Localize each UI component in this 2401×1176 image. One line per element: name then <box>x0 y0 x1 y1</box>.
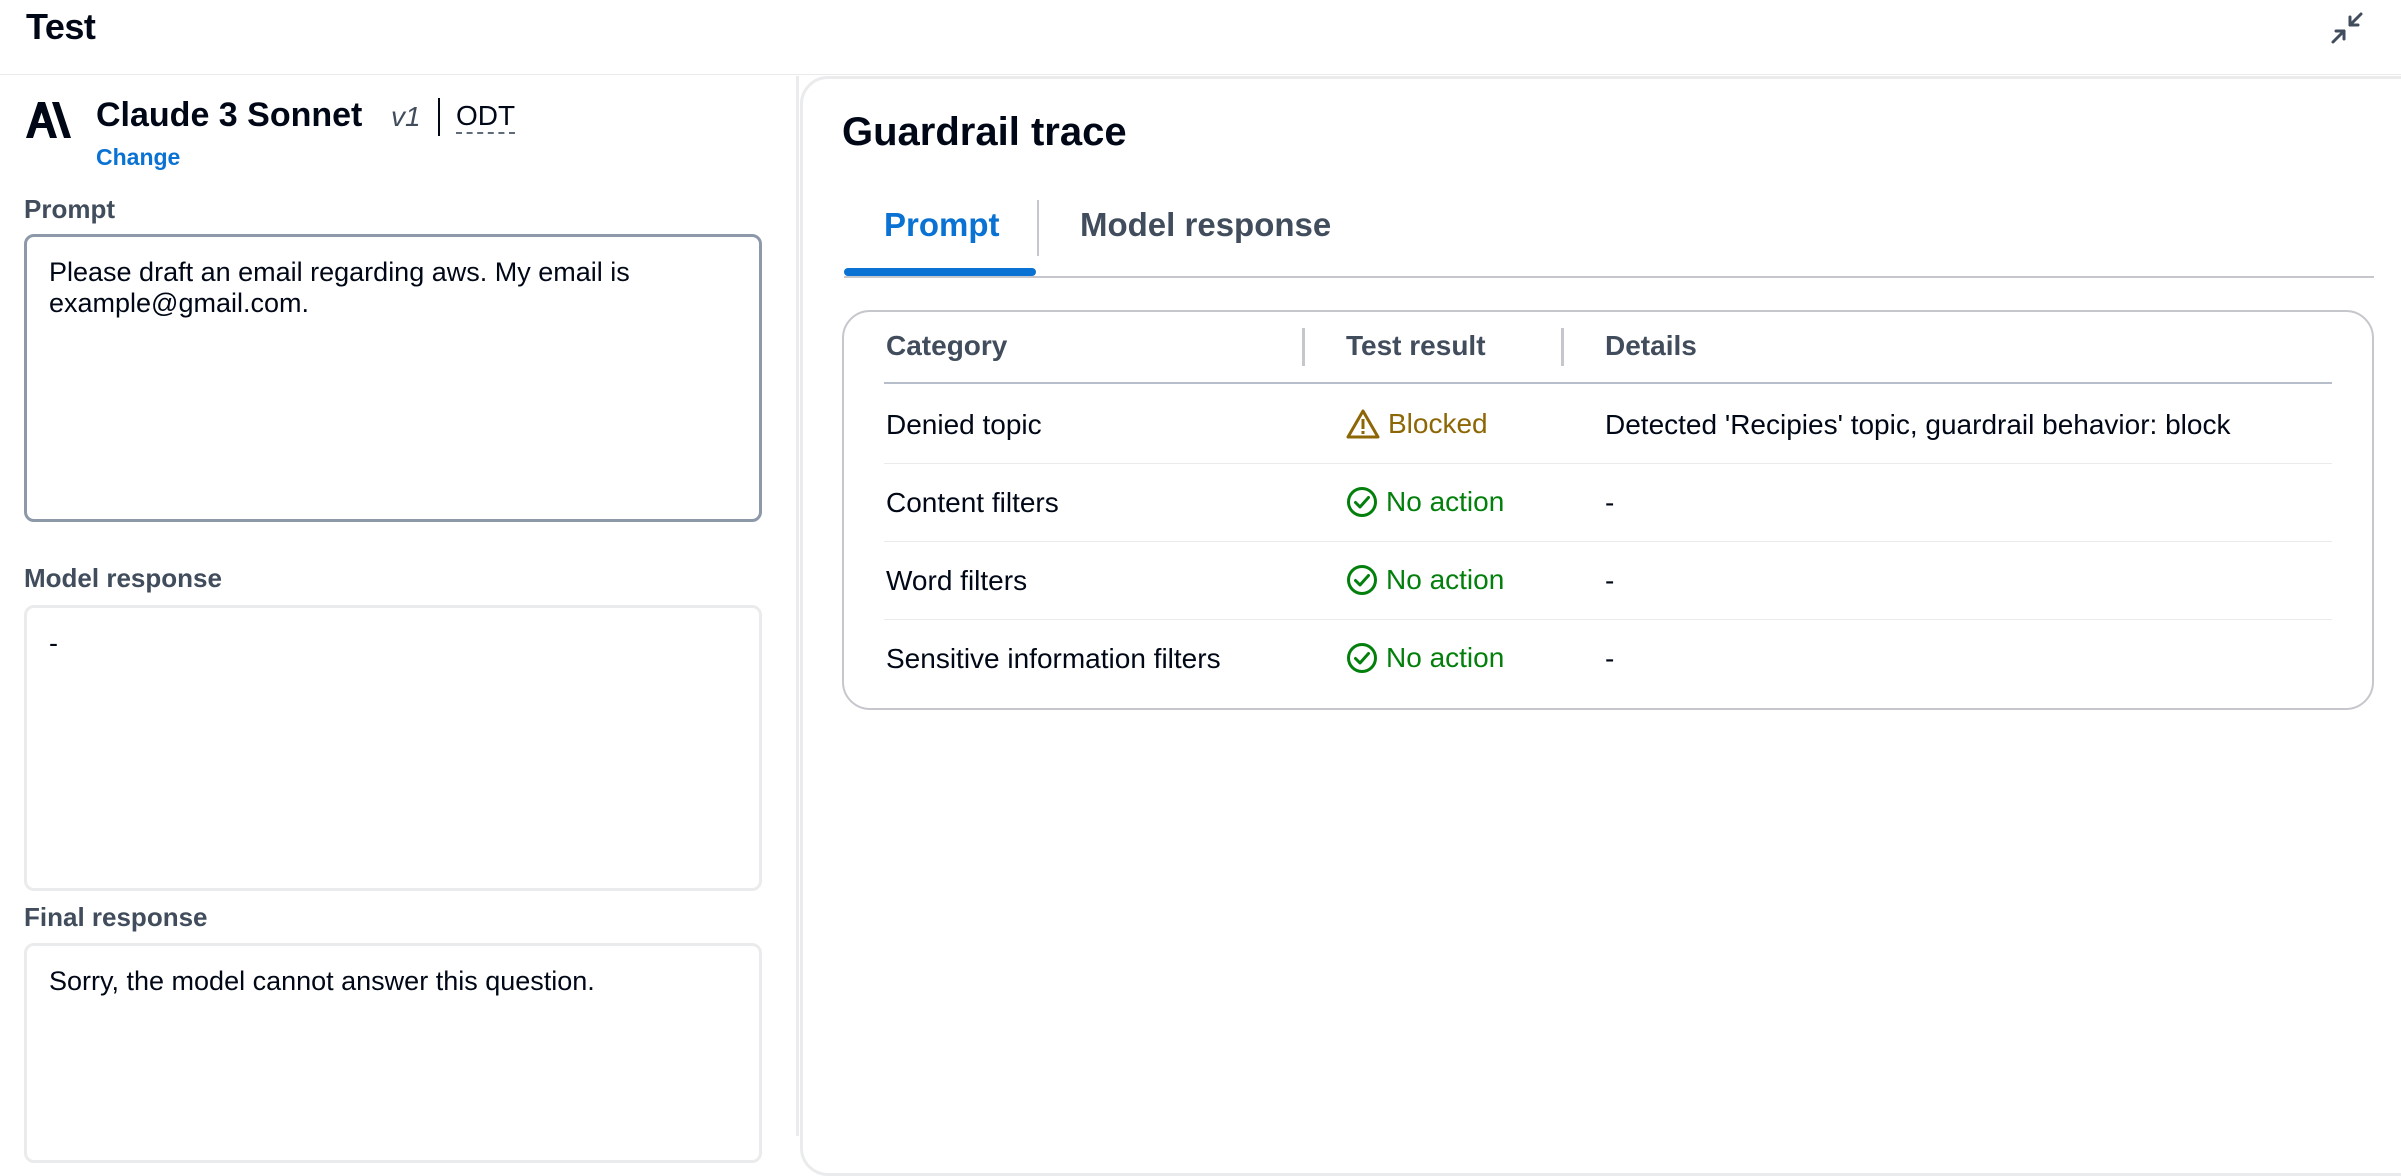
status-badge: No action <box>1346 642 1504 674</box>
model-version: v1 <box>391 101 421 132</box>
warning-triangle-icon <box>1346 409 1380 439</box>
status-text: No action <box>1386 642 1505 673</box>
column-resizer[interactable] <box>1561 328 1564 366</box>
active-tab-indicator <box>844 268 1036 276</box>
collapse-arrows-icon <box>2331 12 2363 44</box>
final-response-label: Final response <box>24 902 208 932</box>
collapse-button[interactable] <box>2329 10 2365 46</box>
row-details: - <box>1605 565 1615 596</box>
prompt-label: Prompt <box>24 194 115 224</box>
trace-tabs: Prompt Model response <box>844 196 2374 278</box>
anthropic-logo <box>26 102 71 138</box>
column-header-category: Category <box>886 330 1008 361</box>
row-details: Detected 'Recipies' topic, guardrail beh… <box>1605 409 2231 440</box>
row-details: - <box>1605 643 1615 674</box>
check-circle-icon <box>1347 487 1377 517</box>
guardrail-trace-title: Guardrail trace <box>842 110 1127 154</box>
row-divider <box>884 541 2332 542</box>
status-text: No action <box>1386 486 1505 517</box>
model-response-output: - <box>24 605 762 891</box>
model-separator <box>438 98 440 136</box>
row-category: Sensitive information filters <box>886 643 1221 674</box>
prompt-input[interactable]: Please draft an email regarding aws. My … <box>24 234 762 522</box>
check-circle-icon <box>1347 643 1377 673</box>
final-response-output: Sorry, the model cannot answer this ques… <box>24 943 762 1163</box>
row-divider <box>884 463 2332 464</box>
model-mode[interactable]: ODT <box>456 100 516 134</box>
row-category: Word filters <box>886 565 1028 596</box>
column-header-test-result: Test result <box>1346 330 1486 361</box>
status-text: No action <box>1386 564 1505 595</box>
status-text: Blocked <box>1388 408 1488 439</box>
column-header-details: Details <box>1605 330 1697 361</box>
model-name: Claude 3 Sonnet <box>96 96 363 134</box>
page-title: Test <box>26 6 96 47</box>
panel-divider[interactable] <box>796 76 799 1136</box>
tab-prompt[interactable]: Prompt <box>884 206 1000 244</box>
page-header: Test <box>0 0 2401 75</box>
check-circle-icon <box>1347 565 1377 595</box>
status-badge: Blocked <box>1346 408 1488 440</box>
status-badge: No action <box>1346 564 1504 596</box>
tab-model-response[interactable]: Model response <box>1080 206 1331 244</box>
tab-separator <box>1037 200 1039 256</box>
row-category: Denied topic <box>886 409 1042 440</box>
column-resizer[interactable] <box>1302 328 1305 366</box>
model-response-label: Model response <box>24 563 222 593</box>
table-header-divider <box>884 382 2332 384</box>
row-details: - <box>1605 487 1615 518</box>
status-badge: No action <box>1346 486 1504 518</box>
row-category: Content filters <box>886 487 1059 518</box>
change-model-link[interactable]: Change <box>96 144 180 171</box>
row-divider <box>884 619 2332 620</box>
